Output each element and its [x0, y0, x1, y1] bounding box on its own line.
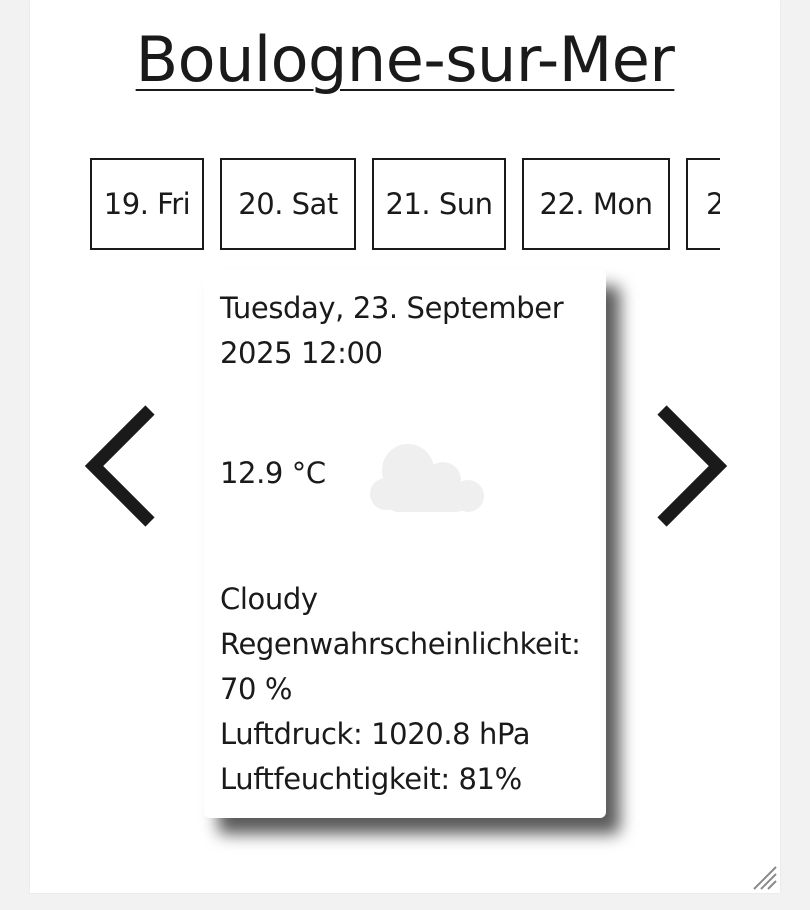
day-tab-label: 21. Sun [385, 187, 493, 221]
day-tab-fri[interactable]: 19. Fri [90, 158, 204, 250]
day-tab-label: 20. Sat [238, 187, 338, 221]
day-tab-sun[interactable]: 21. Sun [372, 158, 506, 250]
forecast-time: 2025 12:00 [220, 336, 383, 370]
forecast-card: Tuesday, 23. September 2025 12:00 12.9 °… [204, 270, 606, 818]
day-tab-label: 23. Tue [706, 187, 720, 221]
prev-button[interactable] [82, 402, 162, 530]
rain-probability-label: Regenwahrscheinlichkeit: [220, 627, 581, 661]
forecast-temperature: 12.9 °C [220, 456, 326, 490]
next-button[interactable] [650, 402, 730, 530]
rain-probability-value: 70 % [220, 672, 293, 706]
weather-panel: Boulogne-sur-Mer 19. Fri 20. Sat 21. Sun… [30, 0, 780, 893]
forecast-condition: Cloudy [220, 582, 318, 616]
cloud-icon [370, 444, 484, 512]
day-tab-label: 19. Fri [103, 187, 191, 221]
day-tab-tue[interactable]: 23. Tue [686, 158, 720, 250]
day-tab-label: 22. Mon [539, 187, 653, 221]
resize-grip-icon[interactable] [750, 863, 778, 891]
day-tabs: 19. Fri 20. Sat 21. Sun 22. Mon 23. Tue [90, 158, 720, 254]
day-tab-sat[interactable]: 20. Sat [220, 158, 356, 250]
chevron-right-icon [657, 405, 728, 527]
day-tab-mon[interactable]: 22. Mon [522, 158, 670, 250]
humidity: Luftfeuchtigkeit: 81% [220, 762, 522, 796]
air-pressure: Luftdruck: 1020.8 hPa [220, 717, 531, 751]
city-title[interactable]: Boulogne-sur-Mer [30, 22, 780, 98]
forecast-date: Tuesday, 23. September [220, 291, 564, 325]
chevron-left-icon [84, 405, 155, 527]
